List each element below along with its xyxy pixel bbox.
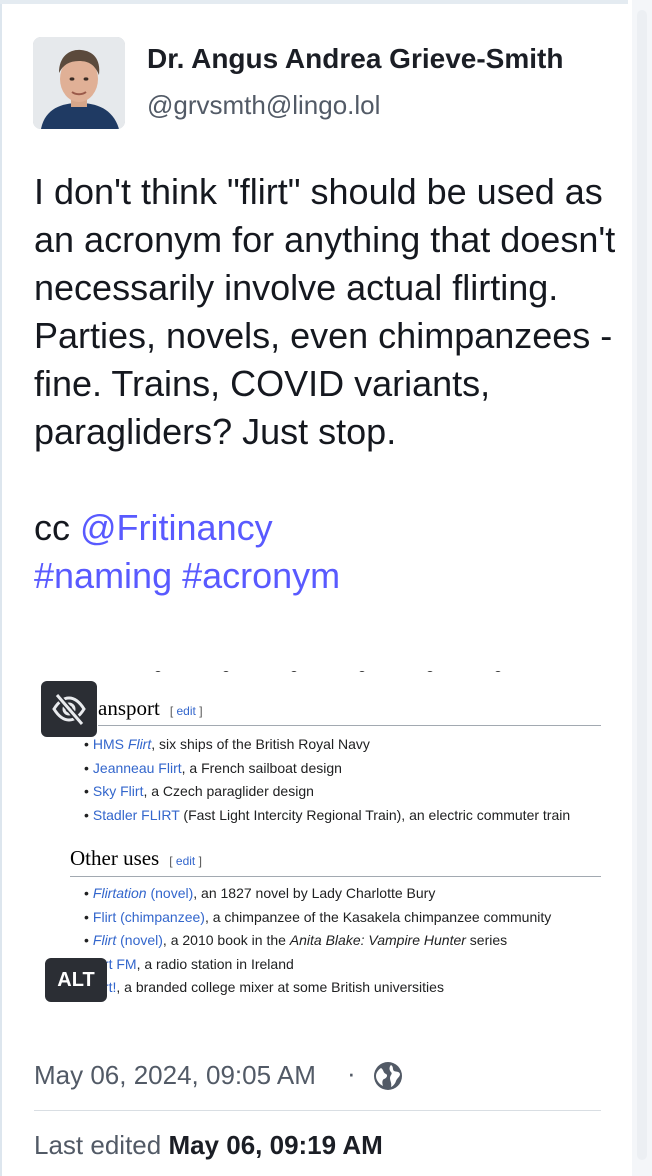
hashtag-naming[interactable]: #naming	[34, 555, 172, 596]
wiki-list-item: Stadler FLIRT (Fast Light Intercity Regi…	[84, 807, 570, 831]
media-attachment[interactable]: ansport[ edit ] HMS Flirt, six ships of …	[34, 666, 602, 1018]
post-cc-line: cc @Fritinancy	[34, 504, 624, 552]
post-content: I don't think "flirt" should be used as …	[34, 168, 624, 600]
edited-prefix: Last edited	[34, 1130, 169, 1160]
wiki-list-item: HMS Flirt, six ships of the British Roya…	[84, 736, 570, 760]
post-timestamp[interactable]: May 06, 2024, 09:05 AM	[34, 1060, 316, 1091]
wiki-heading-rule	[98, 725, 601, 726]
edited-time: May 06, 09:19 AM	[168, 1130, 383, 1160]
wiki-list-item: rt FM, a radio station in Ireland	[84, 956, 551, 980]
cropped-text-line	[154, 666, 584, 672]
globe-icon[interactable]	[372, 1060, 404, 1092]
hashtag-acronym[interactable]: #acronym	[182, 555, 340, 596]
wiki-list-item: Jeanneau Flirt, a French sailboat design	[84, 760, 570, 784]
frame-left-border	[0, 0, 2, 1176]
author-handle[interactable]: @grvsmth@lingo.lol	[147, 90, 380, 121]
meta-divider	[34, 1110, 601, 1111]
wiki-list-item: rt!, a branded college mixer at some Bri…	[84, 979, 551, 1003]
last-edited-line[interactable]: Last edited May 06, 09:19 AM	[34, 1130, 383, 1161]
wiki-list-item: Flirtation (novel), an 1827 novel by Lad…	[84, 885, 551, 909]
post-hashtags: #naming #acronym	[34, 552, 624, 600]
wiki-edit-link: edit	[176, 704, 196, 718]
wiki-list-other-uses: Flirtation (novel), an 1827 novel by Lad…	[84, 885, 551, 1003]
wiki-list-item: Flirt (novel), a 2010 book in the Anita …	[84, 932, 551, 956]
eye-slash-icon	[52, 693, 86, 726]
hide-media-button[interactable]	[41, 681, 97, 737]
wiki-list-item: Flirt (chimpanzee), a chimpanzee of the …	[84, 909, 551, 933]
author-display-name[interactable]: Dr. Angus Andrea Grieve-Smith	[147, 43, 563, 75]
scrollbar-thumb[interactable]	[637, 10, 647, 1160]
frame-top-border	[0, 0, 628, 4]
wiki-list-item: Sky Flirt, a Czech paraglider design	[84, 783, 570, 807]
avatar[interactable]	[33, 37, 125, 129]
alt-text-badge[interactable]: ALT	[45, 958, 107, 1002]
wiki-edit-link: edit	[175, 854, 196, 868]
wiki-heading-transport: ansport[ edit ]	[98, 696, 203, 720]
post-paragraph: I don't think "flirt" should be used as …	[34, 171, 616, 452]
cc-prefix: cc	[34, 507, 81, 548]
wiki-heading-rule	[70, 876, 601, 877]
avatar-image	[33, 37, 125, 129]
wiki-list-transport: HMS Flirt, six ships of the British Roya…	[84, 736, 570, 830]
meta-separator: ·	[347, 1058, 356, 1088]
mention-link[interactable]: @Fritinancy	[80, 507, 273, 548]
wiki-heading-other-uses: Other uses[ edit ]	[70, 846, 202, 870]
wiki-screenshot: ansport[ edit ] HMS Flirt, six ships of …	[34, 666, 602, 1018]
